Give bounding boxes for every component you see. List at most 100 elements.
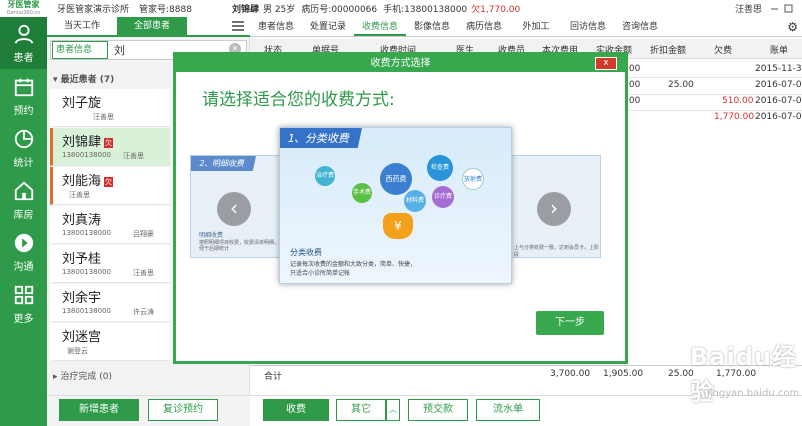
other-button[interactable]: 其它 — [336, 399, 386, 421]
top-bar: 牙医管家演示诊所 管家号:8888 刘锦肆 男 25岁 病历号:00000066… — [47, 0, 802, 17]
cloud-bubble: 手术费 — [352, 183, 372, 203]
current-patient-phone: 手机:13800138000 — [383, 5, 468, 15]
tab-patient-info[interactable]: 患者信息 — [250, 17, 302, 36]
group-recent-label: 最近患者 (7) — [60, 75, 115, 85]
tab-followup[interactable]: 回访信息 — [562, 17, 614, 36]
app-logo: 牙医管家 Dental360.cn — [0, 0, 47, 17]
bill-date-cell: 2015-11-3 — [755, 64, 802, 74]
sidebar-item-more[interactable]: 更多 — [0, 278, 47, 330]
owe-cell: 1,770.00 — [714, 112, 755, 122]
patient-name: 刘迷宫 — [62, 330, 102, 345]
cloud-bubble: 检查费 — [427, 155, 453, 181]
chevron-down-icon[interactable]: ︿ — [386, 399, 400, 421]
tab-consult[interactable]: 咨询信息 — [614, 17, 666, 36]
cloud-bubble: 放射费 — [462, 168, 484, 190]
total-label: 合计 — [264, 372, 283, 382]
play-icon — [14, 233, 33, 252]
left-actions: 新增患者 复诊预约 — [47, 395, 250, 426]
cloud-bubble: 诊疗费 — [432, 186, 454, 208]
card-desc: 上与分类收费一致，达到会员卡，上阶段 — [514, 245, 600, 258]
menu-icon[interactable] — [230, 19, 246, 33]
total-paid: 1,905.00 — [603, 369, 644, 379]
chevron-right-icon[interactable]: › — [537, 192, 571, 226]
user-icon — [14, 24, 33, 44]
bill-date-cell: 2016-07-0 — [755, 96, 802, 106]
add-patient-button[interactable]: 新增患者 — [59, 399, 139, 421]
group-recent[interactable]: ▾ 最近患者 (7) — [53, 72, 114, 85]
search-field-select[interactable]: 患者信息 — [52, 41, 108, 59]
owe-cell: 510.00 — [722, 96, 754, 106]
sidebar-item-warehouse[interactable]: 库房 — [0, 174, 47, 226]
close-button[interactable]: x — [595, 57, 617, 70]
patient-phone: 13800138000 — [62, 268, 111, 276]
paid-cell: .00 — [626, 96, 641, 106]
sidebar-label: 库房 — [13, 209, 34, 221]
search-input[interactable]: 刘 — [114, 42, 125, 58]
tab-today-work[interactable]: 当天工作 — [47, 17, 117, 35]
patient-doctor: 汪善思 — [69, 191, 90, 199]
gear-icon[interactable]: ⚙ — [787, 20, 798, 34]
current-patient-record: 病历号:00000066 — [301, 5, 378, 15]
charge-button[interactable]: 收费 — [263, 399, 329, 421]
current-patient-owe: 欠1,770.00 — [471, 5, 521, 15]
patient-item[interactable]: 刘真涛 13800138000 吕翔豪 — [50, 206, 170, 244]
tab-medical-record[interactable]: 病历信息 — [458, 17, 510, 36]
account-number: 管家号:8888 — [139, 5, 192, 15]
card-desc-line2: 只适合小诊所简单记帐 — [290, 270, 351, 277]
tab-charge-info[interactable]: 收费信息 — [354, 17, 406, 36]
patient-item[interactable]: 刘能海欠 汪善思 — [50, 167, 170, 205]
sidebar-label: 沟通 — [13, 261, 34, 273]
category-charge-card[interactable]: 1、分类收费 西药费 检查费 材料费 手术费 诊疗费 治疗费 放射费 ¥ 分类收… — [279, 127, 512, 284]
tab-all-patients[interactable]: 全部患者 — [117, 17, 187, 35]
home-icon — [14, 181, 33, 200]
total-fee: 3,700.00 — [550, 369, 591, 379]
patient-name: 刘真涛 — [62, 213, 102, 228]
patient-doctor: 汪善思 — [93, 113, 114, 121]
current-patient-name: 刘锦肆 — [231, 5, 259, 15]
dialog-heading: 请选择适合您的收费方式: — [202, 90, 395, 110]
window-controls-icon[interactable] — [768, 1, 796, 15]
cloud-bubble: 西药费 — [380, 163, 412, 195]
money-bag-icon: ¥ — [383, 213, 413, 239]
card-ribbon: 2、明细收费 — [191, 156, 257, 171]
sidebar-item-patients[interactable]: 患者 — [0, 17, 47, 69]
flow-receipt-button[interactable]: 流水单 — [476, 399, 540, 421]
patient-item[interactable]: 刘余宇 13800138000 许云涛 — [50, 284, 170, 322]
tab-image-info[interactable]: 影像信息 — [406, 17, 458, 36]
patient-name: 刘予桂 — [62, 252, 102, 267]
owe-badge: 欠 — [104, 176, 114, 187]
pie-chart-icon — [14, 129, 33, 148]
cloud-bubble: 治疗费 — [315, 166, 335, 186]
paid-cell: .00 — [626, 80, 641, 90]
col-discount: 折扣金额 — [650, 46, 687, 56]
chevron-left-icon[interactable]: ‹ — [217, 192, 251, 226]
col-owe: 欠费 — [714, 46, 733, 56]
patient-phone: 13800138000 — [62, 151, 111, 159]
operator-name[interactable]: 汪善思 — [735, 2, 762, 15]
next-button[interactable]: 下一步 — [536, 311, 604, 335]
patient-item[interactable]: 刘子旋 汪善思 — [50, 89, 170, 127]
discount-cell: 25.00 — [668, 80, 694, 90]
prepay-button[interactable]: 预交款 — [408, 399, 468, 421]
cloud-bubble: 材料费 — [404, 190, 426, 212]
patient-item[interactable]: 刘予桂 13800138000 汪善思 — [50, 245, 170, 283]
group-done[interactable]: ▸ 治疗完成 (0) — [53, 369, 112, 382]
sidebar-item-communication[interactable]: 沟通 — [0, 226, 47, 278]
tab-treatment-records[interactable]: 处置记录 — [302, 17, 354, 36]
patient-phone: 13800138000 — [62, 229, 111, 237]
patient-name: 刘余宇 — [62, 291, 102, 306]
patient-name: 刘锦肆 — [62, 135, 102, 150]
patient-item[interactable]: 刘迷宫 谢登云 — [50, 323, 170, 361]
patient-tabs: 当天工作 全部患者 — [47, 17, 250, 37]
sidebar: 牙医管家 Dental360.cn 患者 预约 统计 库房 沟通 更多 — [0, 0, 47, 426]
sidebar-item-appointment[interactable]: 预约 — [0, 70, 47, 122]
sidebar-label: 预约 — [13, 105, 34, 117]
patient-name: 刘子旋 — [62, 96, 102, 111]
group-done-label: 治疗完成 (0) — [60, 372, 113, 382]
sidebar-label: 统计 — [13, 157, 34, 169]
sidebar-item-statistics[interactable]: 统计 — [0, 122, 47, 174]
watermark-url: jingyan.baidu.com — [707, 388, 800, 399]
tab-outsourcing[interactable]: 外加工 — [510, 17, 562, 36]
patient-item[interactable]: 刘锦肆欠 13800138000 汪善思 — [50, 128, 170, 166]
revisit-appointment-button[interactable]: 复诊预约 — [148, 399, 218, 421]
